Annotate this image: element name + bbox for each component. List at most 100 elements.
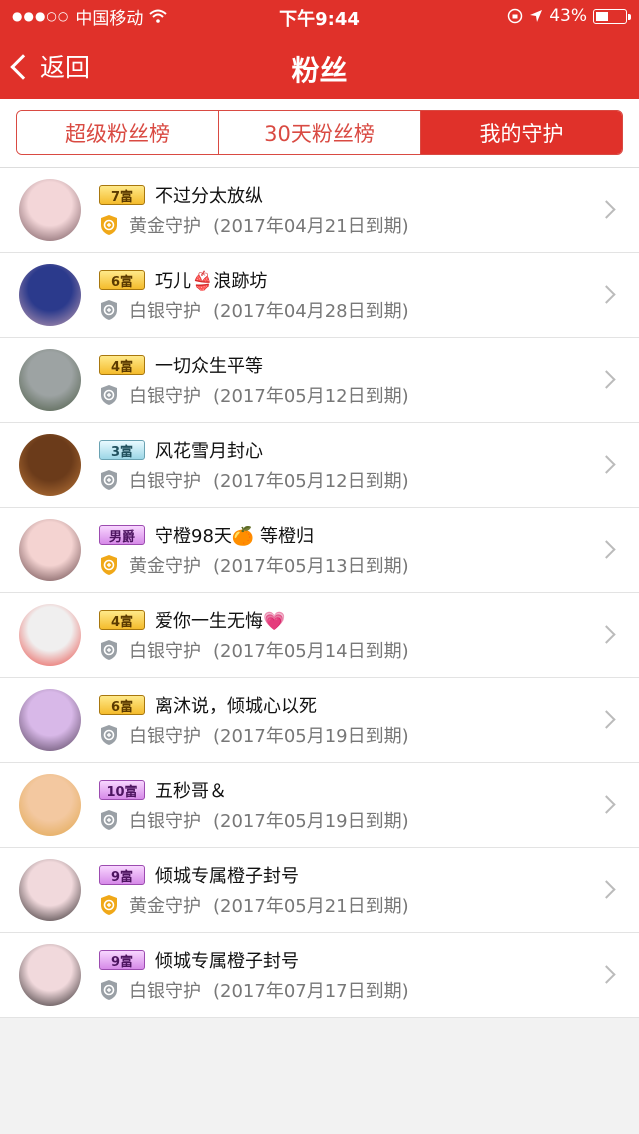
segmented-tabs: 超级粉丝榜 30天粉丝榜 我的守护 [16,110,623,155]
signal-icon: ●●●○○ [12,9,70,23]
guard-tier: 白银守护 [129,981,201,1002]
fan-info: 男爵 守橙98天🍊 等橙归 黄金守护 (2017年05月13日到期) [99,520,639,580]
expire-date: (2017年05月12日到期) [213,386,409,407]
fan-name: 风花雪月封心 [155,441,263,462]
avatar[interactable] [19,434,81,496]
fan-info: 3富 风花雪月封心 白银守护 (2017年05月12日到期) [99,435,639,495]
avatar[interactable] [19,179,81,241]
shield-icon [101,470,117,490]
guard-line: 白银守护 (2017年05月14日到期) [99,635,639,665]
expire-date: (2017年05月14日到期) [213,641,409,662]
list-item[interactable]: 9富 倾城专属橙子封号 白银守护 (2017年07月17日到期) [0,933,639,1018]
guard-tier: 黄金守护 [129,896,201,917]
shield-icon [101,640,117,660]
guard-line: 黄金守护 (2017年05月21日到期) [99,890,639,920]
guard-tier: 白银守护 [129,811,201,832]
avatar[interactable] [19,944,81,1006]
back-button[interactable]: 返回 [10,48,90,84]
expire-date: (2017年07月17日到期) [213,981,409,1002]
guard-tier: 黄金守护 [129,556,201,577]
avatar[interactable] [19,519,81,581]
expire-date: (2017年04月28日到期) [213,301,409,322]
guard-tier: 白银守护 [129,641,201,662]
wealth-badge: 9富 [99,865,145,885]
list-item[interactable]: 6富 离沐说，倾城心以死 白银守护 (2017年05月19日到期) [0,678,639,763]
fan-name: 倾城专属橙子封号 [155,951,299,972]
wealth-badge: 7富 [99,185,145,205]
carrier-label: 中国移动 [75,8,144,29]
expire-date: (2017年05月21日到期) [213,896,409,917]
chevron-left-icon [10,53,36,80]
guard-tier: 黄金守护 [129,216,201,237]
fan-info: 4富 爱你一生无悔💗 白银守护 (2017年05月14日到期) [99,605,639,665]
fan-name: 巧儿👙浪跡坊 [155,271,268,292]
fan-name: 不过分太放纵 [155,186,263,207]
tab-my-guardians[interactable]: 我的守护 [421,111,622,154]
guard-line: 白银守护 (2017年05月12日到期) [99,465,639,495]
fan-name-line: 7富 不过分太放纵 [99,180,639,210]
guard-line: 黄金守护 (2017年04月21日到期) [99,210,639,240]
guard-line: 黄金守护 (2017年05月13日到期) [99,550,639,580]
wealth-badge: 男爵 [99,525,145,545]
fan-name-line: 3富 风花雪月封心 [99,435,639,465]
guard-line: 白银守护 (2017年04月28日到期) [99,295,639,325]
fan-name-line: 4富 爱你一生无悔💗 [99,605,639,635]
fan-name-line: 10富 五秒哥＆ [99,775,639,805]
wealth-badge: 10富 [99,780,145,800]
fan-info: 10富 五秒哥＆ 白银守护 (2017年05月19日到期) [99,775,639,835]
wealth-badge: 4富 [99,355,145,375]
list-item[interactable]: 4富 一切众生平等 白银守护 (2017年05月12日到期) [0,338,639,423]
shield-icon [101,385,117,405]
tab-bar-container: 超级粉丝榜 30天粉丝榜 我的守护 [0,99,639,168]
nav-bar: 返回 粉丝 [0,32,639,99]
list-item[interactable]: 6富 巧儿👙浪跡坊 白银守护 (2017年04月28日到期) [0,253,639,338]
fan-list: 7富 不过分太放纵 黄金守护 (2017年04月21日到期) 6富 巧儿👙浪跡坊 [0,168,639,1018]
guard-line: 白银守护 (2017年07月17日到期) [99,975,639,1005]
avatar[interactable] [19,689,81,751]
wifi-icon [149,9,168,23]
wealth-badge: 6富 [99,695,145,715]
app-header: ●●●○○ 中国移动 43% 下午9:44 返回 粉丝 [0,0,639,99]
rotation-lock-icon [507,8,523,24]
list-item[interactable]: 男爵 守橙98天🍊 等橙归 黄金守护 (2017年05月13日到期) [0,508,639,593]
expire-date: (2017年05月12日到期) [213,471,409,492]
tab-30-day-fans[interactable]: 30天粉丝榜 [219,111,421,154]
avatar[interactable] [19,349,81,411]
guard-tier: 白银守护 [129,386,201,407]
fan-name: 离沐说，倾城心以死 [155,696,317,717]
fan-name-line: 男爵 守橙98天🍊 等橙归 [99,520,639,550]
shield-icon [101,555,117,575]
guard-tier: 白银守护 [129,726,201,747]
list-item[interactable]: 4富 爱你一生无悔💗 白银守护 (2017年05月14日到期) [0,593,639,678]
shield-icon [101,810,117,830]
tab-super-fans[interactable]: 超级粉丝榜 [17,111,219,154]
avatar[interactable] [19,859,81,921]
fan-name: 五秒哥＆ [155,781,227,802]
guard-line: 白银守护 (2017年05月12日到期) [99,380,639,410]
guard-line: 白银守护 (2017年05月19日到期) [99,805,639,835]
list-item[interactable]: 3富 风花雪月封心 白银守护 (2017年05月12日到期) [0,423,639,508]
shield-icon [101,725,117,745]
guard-tier: 白银守护 [129,301,201,322]
list-item[interactable]: 10富 五秒哥＆ 白银守护 (2017年05月19日到期) [0,763,639,848]
fan-info: 4富 一切众生平等 白银守护 (2017年05月12日到期) [99,350,639,410]
list-item[interactable]: 9富 倾城专属橙子封号 黄金守护 (2017年05月21日到期) [0,848,639,933]
shield-icon [101,980,117,1000]
avatar[interactable] [19,774,81,836]
expire-date: (2017年05月19日到期) [213,811,409,832]
battery-percent: 43% [549,6,587,26]
shield-icon [101,300,117,320]
list-item[interactable]: 7富 不过分太放纵 黄金守护 (2017年04月21日到期) [0,168,639,253]
expire-date: (2017年04月21日到期) [213,216,409,237]
fan-info: 9富 倾城专属橙子封号 黄金守护 (2017年05月21日到期) [99,860,639,920]
fan-info: 9富 倾城专属橙子封号 白银守护 (2017年07月17日到期) [99,945,639,1005]
wealth-badge: 4富 [99,610,145,630]
fan-name: 倾城专属橙子封号 [155,866,299,887]
avatar[interactable] [19,264,81,326]
status-bar: ●●●○○ 中国移动 43% [0,0,639,32]
fan-name: 爱你一生无悔💗 [155,611,286,632]
wealth-badge: 3富 [99,440,145,460]
avatar[interactable] [19,604,81,666]
fan-name: 一切众生平等 [155,356,263,377]
wealth-badge: 6富 [99,270,145,290]
